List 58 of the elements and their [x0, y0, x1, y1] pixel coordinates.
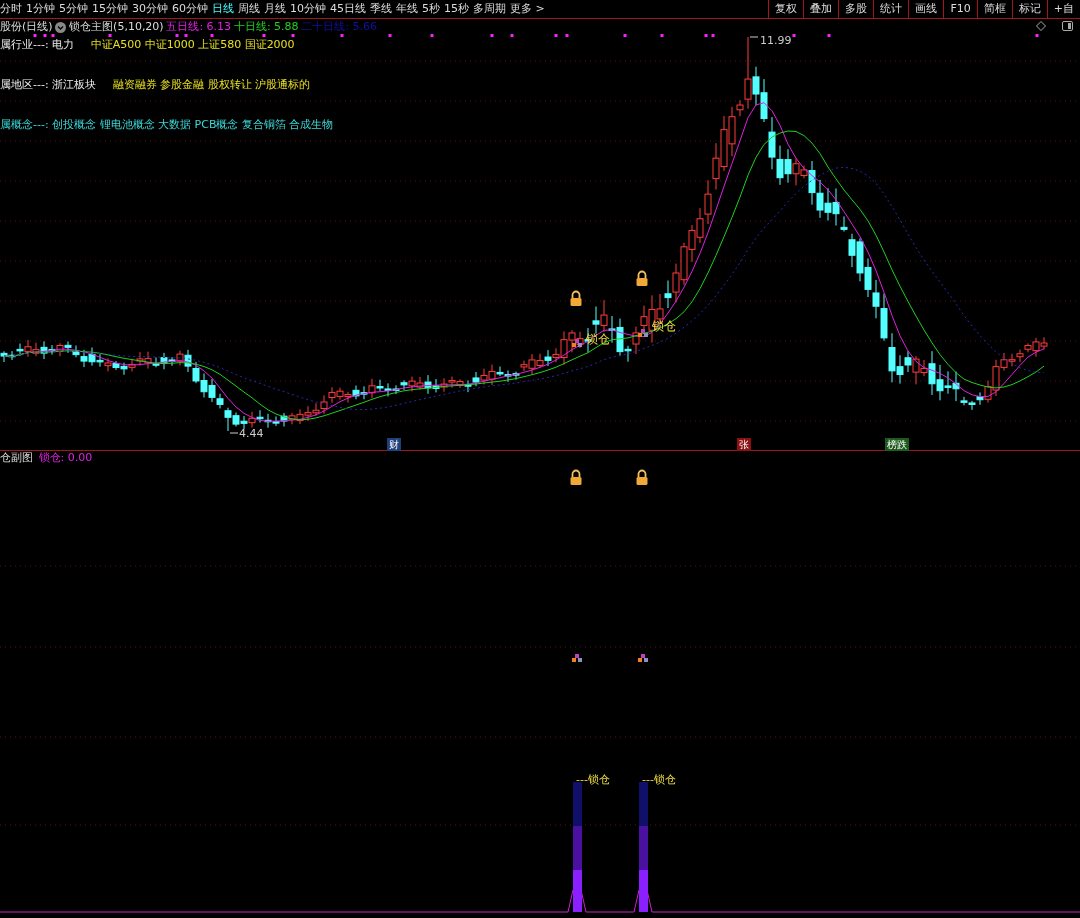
lock-cluster-icon [638, 329, 648, 337]
period-tab[interactable]: 10分钟 [290, 0, 330, 18]
bar-label: ---锁仓 [642, 773, 676, 787]
period-tab[interactable]: 多周期 [473, 0, 510, 18]
bar-label: ---锁仓 [576, 773, 610, 787]
lock-icon [570, 469, 582, 485]
period-tab[interactable]: 周线 [238, 0, 264, 18]
event-tag: 张 [737, 438, 751, 451]
lock-cluster-icon [572, 339, 582, 347]
stock-title: 股份(日线) [0, 20, 53, 34]
info-tags: 融资融券 参股金融 股权转让 沪股通标的 [112, 77, 311, 118]
diamond-icon[interactable] [1036, 21, 1046, 31]
ma-legend: 二十日线: 5.66 [301, 20, 378, 34]
period-tab[interactable]: 15秒 [444, 0, 473, 18]
leader-line [749, 36, 759, 38]
sub-chart-title: 仓副图 [0, 451, 33, 465]
period-tab[interactable]: 15分钟 [92, 0, 132, 18]
period-tab[interactable]: 季线 [370, 0, 396, 18]
indicator-title: 锁仓主图(5,10,20) [69, 20, 164, 34]
toolbar-button[interactable]: F10 [943, 0, 977, 18]
panel-toggle-icon[interactable] [1062, 21, 1073, 31]
toolbar-button[interactable]: 多股 [838, 0, 874, 18]
toolbar-button[interactable]: 简框 [976, 0, 1012, 18]
period-tab[interactable]: 更多 > [510, 0, 549, 18]
low-price-label: 4.44 [239, 427, 264, 441]
ma-legend: 十日线: 5.88 [233, 20, 299, 34]
lock-icon [636, 469, 648, 485]
period-tab[interactable]: 1分钟 [26, 0, 59, 18]
info-label: 属行业---: 电力 [0, 37, 75, 53]
leader-line [229, 432, 239, 434]
period-tab[interactable]: 5分钟 [59, 0, 92, 18]
dropdown-icon[interactable] [55, 21, 67, 33]
period-tab[interactable]: 分时 [0, 0, 26, 18]
toolbar-button[interactable]: 画线 [908, 0, 944, 18]
period-tab[interactable]: 日线 [212, 0, 238, 18]
toolbar-button[interactable]: 统计 [873, 0, 909, 18]
period-tab[interactable]: 年线 [396, 0, 422, 18]
toolbar-button[interactable]: 标记 [1011, 0, 1047, 18]
lock-icon [636, 270, 648, 286]
concept-text: 属概念---: 创投概念 锂电池概念 大数据 PCB概念 复合铜箔 合成生物 [0, 117, 334, 133]
info-tags: 中证A500 中证1000 上证580 国证2000 [90, 37, 295, 78]
lock-cluster-icon [572, 654, 582, 662]
period-tab[interactable]: 5秒 [422, 0, 444, 18]
lock-cluster-icon [638, 654, 648, 662]
event-tag: 榜跌 [885, 438, 909, 451]
period-tab[interactable]: 60分钟 [172, 0, 212, 18]
period-tab[interactable]: 月线 [264, 0, 290, 18]
info-label: 属地区---: 浙江板块 [0, 77, 97, 93]
lock-icon [570, 290, 582, 306]
high-price-label: 11.99 [760, 34, 792, 48]
toolbar-button[interactable]: 复权 [768, 0, 804, 18]
event-tag: 财 [387, 438, 401, 451]
toolbar-button[interactable]: +自 [1046, 0, 1080, 18]
period-tab[interactable]: 30分钟 [132, 0, 172, 18]
ma-legend: 五日线: 6.13 [166, 20, 232, 34]
indicator-value: 锁仓: 0.00 [38, 451, 93, 465]
period-tab[interactable]: 45日线 [330, 0, 370, 18]
toolbar-button[interactable]: 叠加 [803, 0, 839, 18]
